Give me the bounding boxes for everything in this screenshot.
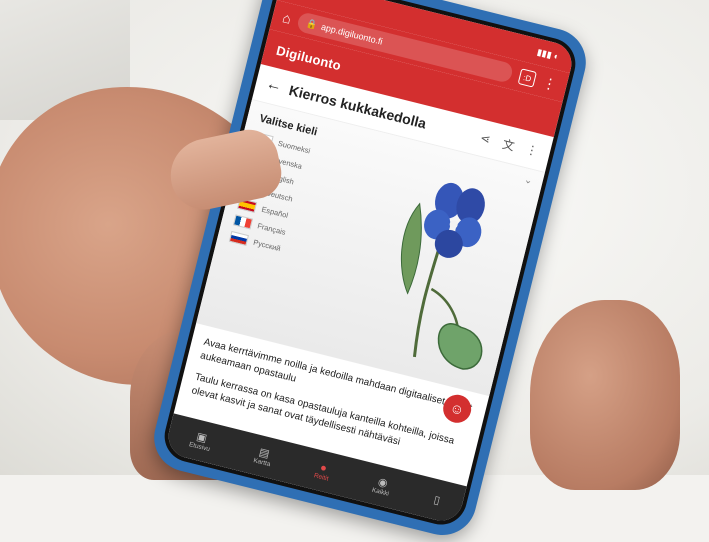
nav-item-all[interactable]: ◉ Kaikki <box>371 474 393 498</box>
back-arrow-icon[interactable]: ← <box>264 75 284 96</box>
nav-item-map[interactable]: ▤ Kartta <box>252 445 275 469</box>
nav-label: Reitit <box>313 471 330 483</box>
chevron-down-icon[interactable]: ⌄ <box>523 174 534 187</box>
smiley-icon: ☺ <box>448 399 467 419</box>
nav-label: Kartta <box>252 457 272 469</box>
nav-label: Kaikki <box>371 486 390 498</box>
more-vert-icon[interactable]: ⋮ <box>541 74 558 94</box>
language-label: Français <box>256 221 287 237</box>
language-label: Русский <box>252 237 282 254</box>
nav-item-home[interactable]: ▣ Etusivu <box>188 428 214 453</box>
url-text: app.digiluonto.fi <box>320 21 384 47</box>
overflow-menu-icon[interactable]: ⋮ <box>522 141 541 158</box>
lock-icon: 🔒 <box>305 17 319 30</box>
france-flag-icon <box>232 214 254 230</box>
bookmark-icon: ▯ <box>432 493 442 507</box>
share-icon[interactable]: ⋖ <box>476 130 495 147</box>
app-title: Digiluonto <box>274 42 343 73</box>
language-label: Español <box>260 204 290 221</box>
tabs-icon[interactable]: :D <box>517 68 537 88</box>
nav-label: Etusivu <box>188 441 211 454</box>
nav-item-routes[interactable]: ● Reitit <box>313 460 332 482</box>
russia-flag-icon <box>228 230 249 246</box>
home-icon[interactable]: ⌂ <box>281 9 293 27</box>
translate-icon[interactable]: 文 <box>499 134 519 154</box>
nav-item-bookmark[interactable]: ▯ <box>433 493 442 507</box>
right-hand <box>530 300 680 490</box>
